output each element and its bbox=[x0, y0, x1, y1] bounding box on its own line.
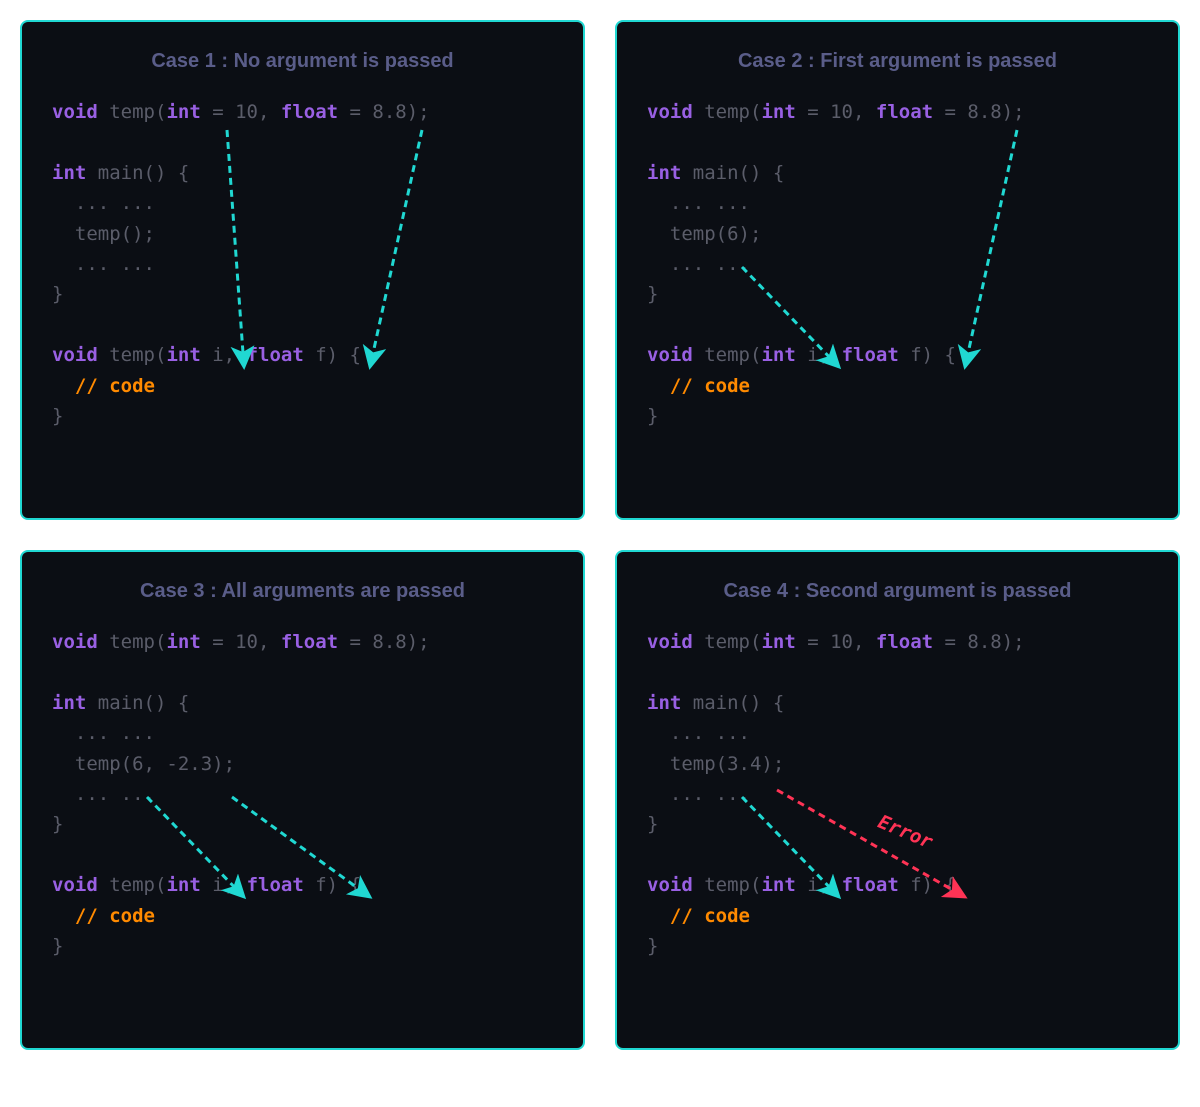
body-dots: ... ... bbox=[670, 783, 750, 805]
body-dots: ... ... bbox=[75, 783, 155, 805]
code-block: void temp(int = 10, float = 8.8); int ma… bbox=[52, 97, 553, 431]
param-name: f bbox=[315, 344, 326, 366]
keyword-float: float bbox=[281, 631, 338, 653]
default-val-1: 10 bbox=[235, 101, 258, 123]
keyword-void: void bbox=[647, 344, 693, 366]
fn-name: temp bbox=[109, 344, 155, 366]
fn-name: temp bbox=[704, 874, 750, 896]
body-dots: ... ... bbox=[75, 192, 155, 214]
default-val-1: 10 bbox=[235, 631, 258, 653]
main-name: main bbox=[98, 692, 144, 714]
fn-name: temp bbox=[704, 344, 750, 366]
default-val-2: 8.8 bbox=[372, 631, 406, 653]
keyword-int: int bbox=[52, 162, 86, 184]
keyword-void: void bbox=[647, 874, 693, 896]
param-name: i bbox=[212, 874, 223, 896]
case-title: Case 1 : No argument is passed bbox=[52, 50, 553, 73]
fn-name: temp bbox=[109, 874, 155, 896]
case-panel-4: Case 4 : Second argument is passed void … bbox=[615, 550, 1180, 1050]
fn-name: temp bbox=[704, 101, 750, 123]
keyword-int: int bbox=[647, 692, 681, 714]
keyword-float: float bbox=[876, 631, 933, 653]
fn-call: temp(6); bbox=[670, 223, 762, 245]
keyword-float: float bbox=[842, 344, 899, 366]
body-dots: ... ... bbox=[670, 722, 750, 744]
default-val-2: 8.8 bbox=[967, 631, 1001, 653]
keyword-float: float bbox=[247, 874, 304, 896]
case-panel-1: Case 1 : No argument is passed void temp… bbox=[20, 20, 585, 520]
body-dots: ... ... bbox=[670, 253, 750, 275]
fn-call: temp(); bbox=[75, 223, 155, 245]
default-val-2: 8.8 bbox=[372, 101, 406, 123]
keyword-void: void bbox=[52, 874, 98, 896]
code-block: void temp(int = 10, float = 8.8); int ma… bbox=[52, 627, 553, 961]
keyword-int: int bbox=[52, 692, 86, 714]
keyword-int: int bbox=[166, 631, 200, 653]
param-name: i bbox=[212, 344, 223, 366]
fn-call: temp(6, -2.3); bbox=[75, 753, 235, 775]
comment: // code bbox=[75, 375, 155, 397]
keyword-void: void bbox=[52, 631, 98, 653]
param-name: f bbox=[910, 344, 921, 366]
code-block: void temp(int = 10, float = 8.8); int ma… bbox=[647, 627, 1148, 961]
case-title: Case 2 : First argument is passed bbox=[647, 50, 1148, 73]
code-block: void temp(int = 10, float = 8.8); int ma… bbox=[647, 97, 1148, 431]
keyword-int: int bbox=[761, 344, 795, 366]
main-name: main bbox=[693, 692, 739, 714]
keyword-void: void bbox=[647, 631, 693, 653]
body-dots: ... ... bbox=[670, 192, 750, 214]
body-dots: ... ... bbox=[75, 253, 155, 275]
param-name: i bbox=[807, 874, 818, 896]
keyword-void: void bbox=[647, 101, 693, 123]
main-name: main bbox=[98, 162, 144, 184]
case-title: Case 4 : Second argument is passed bbox=[647, 580, 1148, 603]
fn-name: temp bbox=[704, 631, 750, 653]
keyword-int: int bbox=[761, 874, 795, 896]
keyword-int: int bbox=[647, 162, 681, 184]
keyword-int: int bbox=[166, 101, 200, 123]
comment: // code bbox=[75, 905, 155, 927]
keyword-float: float bbox=[247, 344, 304, 366]
keyword-float: float bbox=[281, 101, 338, 123]
keyword-int: int bbox=[761, 631, 795, 653]
case-title: Case 3 : All arguments are passed bbox=[52, 580, 553, 603]
fn-call: temp(3.4); bbox=[670, 753, 784, 775]
default-val-2: 8.8 bbox=[967, 101, 1001, 123]
param-name: f bbox=[315, 874, 326, 896]
default-val-1: 10 bbox=[830, 631, 853, 653]
comment: // code bbox=[670, 905, 750, 927]
fn-name: temp bbox=[109, 101, 155, 123]
keyword-void: void bbox=[52, 101, 98, 123]
param-name: f bbox=[910, 874, 921, 896]
keyword-int: int bbox=[761, 101, 795, 123]
keyword-float: float bbox=[876, 101, 933, 123]
diagram-grid: Case 1 : No argument is passed void temp… bbox=[20, 20, 1180, 1050]
keyword-int: int bbox=[166, 874, 200, 896]
keyword-void: void bbox=[52, 344, 98, 366]
fn-name: temp bbox=[109, 631, 155, 653]
body-dots: ... ... bbox=[75, 722, 155, 744]
keyword-int: int bbox=[166, 344, 200, 366]
param-name: i bbox=[807, 344, 818, 366]
case-panel-3: Case 3 : All arguments are passed void t… bbox=[20, 550, 585, 1050]
main-name: main bbox=[693, 162, 739, 184]
keyword-float: float bbox=[842, 874, 899, 896]
comment: // code bbox=[670, 375, 750, 397]
case-panel-2: Case 2 : First argument is passed void t… bbox=[615, 20, 1180, 520]
default-val-1: 10 bbox=[830, 101, 853, 123]
